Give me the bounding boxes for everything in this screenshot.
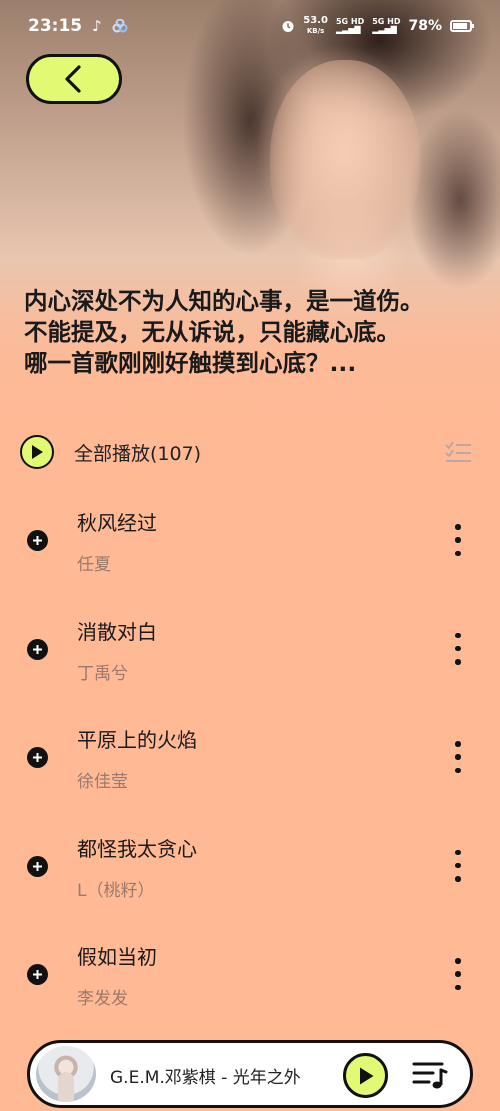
song-artist: 丁禹兮 <box>77 663 128 684</box>
song-artist: 李发发 <box>77 989 128 1009</box>
plus-icon <box>33 861 42 871</box>
play-all-row: 全部播放(107) <box>20 432 480 472</box>
multi-select-icon[interactable] <box>444 438 472 466</box>
music-note-icon: ♪ <box>92 17 102 35</box>
play-icon <box>32 445 43 459</box>
song-item[interactable]: 都怪我太贪心 L（桃籽） <box>0 822 500 931</box>
more-options-icon[interactable] <box>448 958 468 990</box>
song-list: 秋风经过 任夏 消散对白 丁禹兮 平原上的火焰 徐佳莹 都怪我太贪心 L（桃籽）… <box>0 496 500 1039</box>
chevron-left-icon <box>65 65 81 93</box>
back-button[interactable] <box>26 54 122 104</box>
battery-level <box>453 23 468 29</box>
playlist-description: 内心深处不为人知的心事，是一道伤。 不能提及，无从诉说，只能藏心底。 哪一首歌刚… <box>24 287 424 377</box>
app-notification-icon <box>112 19 128 33</box>
now-playing-cover[interactable] <box>36 1046 96 1102</box>
add-to-queue-button[interactable] <box>27 855 48 877</box>
now-playing-title[interactable]: G.E.M.邓紫棋 - 光年之外 <box>110 1063 301 1088</box>
play-all-label[interactable]: 全部播放(107) <box>74 439 201 466</box>
add-to-queue-button[interactable] <box>27 638 48 660</box>
status-bar: 23:15 ♪ 53.0 KB/s 5G HD ▂▃▅▇ 5G HD ▂▃▅▇ … <box>0 0 500 52</box>
mini-play-button[interactable] <box>343 1053 388 1098</box>
song-item[interactable]: 平原上的火焰 徐佳莹 <box>0 713 500 822</box>
signal-bars-icon: ▂▃▅▇ <box>335 25 361 34</box>
battery-percent: 78% <box>408 18 442 34</box>
more-options-icon[interactable] <box>448 524 468 556</box>
signal-2: 5G HD ▂▃▅▇ <box>372 18 400 34</box>
network-speed-unit: KB/s <box>306 27 325 35</box>
plus-icon <box>33 753 42 762</box>
cover-photo-portrait <box>270 60 420 260</box>
more-options-icon[interactable] <box>448 741 468 773</box>
signal-1: 5G HD ▂▃▅▇ <box>336 18 364 34</box>
add-to-queue-button[interactable] <box>27 747 48 768</box>
status-right: 53.0 KB/s 5G HD ▂▃▅▇ 5G HD ▂▃▅▇ 78% <box>281 16 474 36</box>
more-options-icon[interactable] <box>448 632 468 665</box>
play-all-button[interactable] <box>20 435 54 469</box>
more-options-icon[interactable] <box>448 849 468 882</box>
signal-bars-icon: ▂▃▅▇ <box>372 25 397 34</box>
battery-icon <box>450 20 474 32</box>
play-icon <box>359 1067 373 1084</box>
song-title: 平原上的火焰 <box>77 728 197 752</box>
song-title: 消散对白 <box>77 619 157 644</box>
add-to-queue-button[interactable] <box>27 964 48 985</box>
status-left: 23:15 ♪ <box>28 16 128 36</box>
network-speed-value: 53.0 <box>303 15 328 26</box>
network-speed: 53.0 KB/s <box>303 16 328 36</box>
song-title: 假如当初 <box>77 945 157 969</box>
mini-player[interactable]: G.E.M.邓紫棋 - 光年之外 <box>27 1040 473 1108</box>
song-item[interactable]: 秋风经过 任夏 <box>0 496 500 605</box>
song-artist: 徐佳莹 <box>77 772 128 792</box>
song-artist: 任夏 <box>77 555 111 575</box>
plus-icon <box>33 536 42 545</box>
alarm-icon <box>282 21 294 32</box>
song-item[interactable]: 消散对白 丁禹兮 <box>0 605 500 714</box>
add-to-queue-button[interactable] <box>27 530 48 551</box>
status-time: 23:15 <box>28 16 83 36</box>
song-title: 都怪我太贪心 <box>77 836 197 861</box>
plus-icon <box>33 644 42 654</box>
song-item[interactable]: 假如当初 李发发 <box>0 930 500 1039</box>
song-title: 秋风经过 <box>77 511 157 535</box>
plus-icon <box>33 970 42 979</box>
playlist-queue-icon[interactable] <box>412 1059 448 1091</box>
song-artist: L（桃籽） <box>77 880 155 901</box>
